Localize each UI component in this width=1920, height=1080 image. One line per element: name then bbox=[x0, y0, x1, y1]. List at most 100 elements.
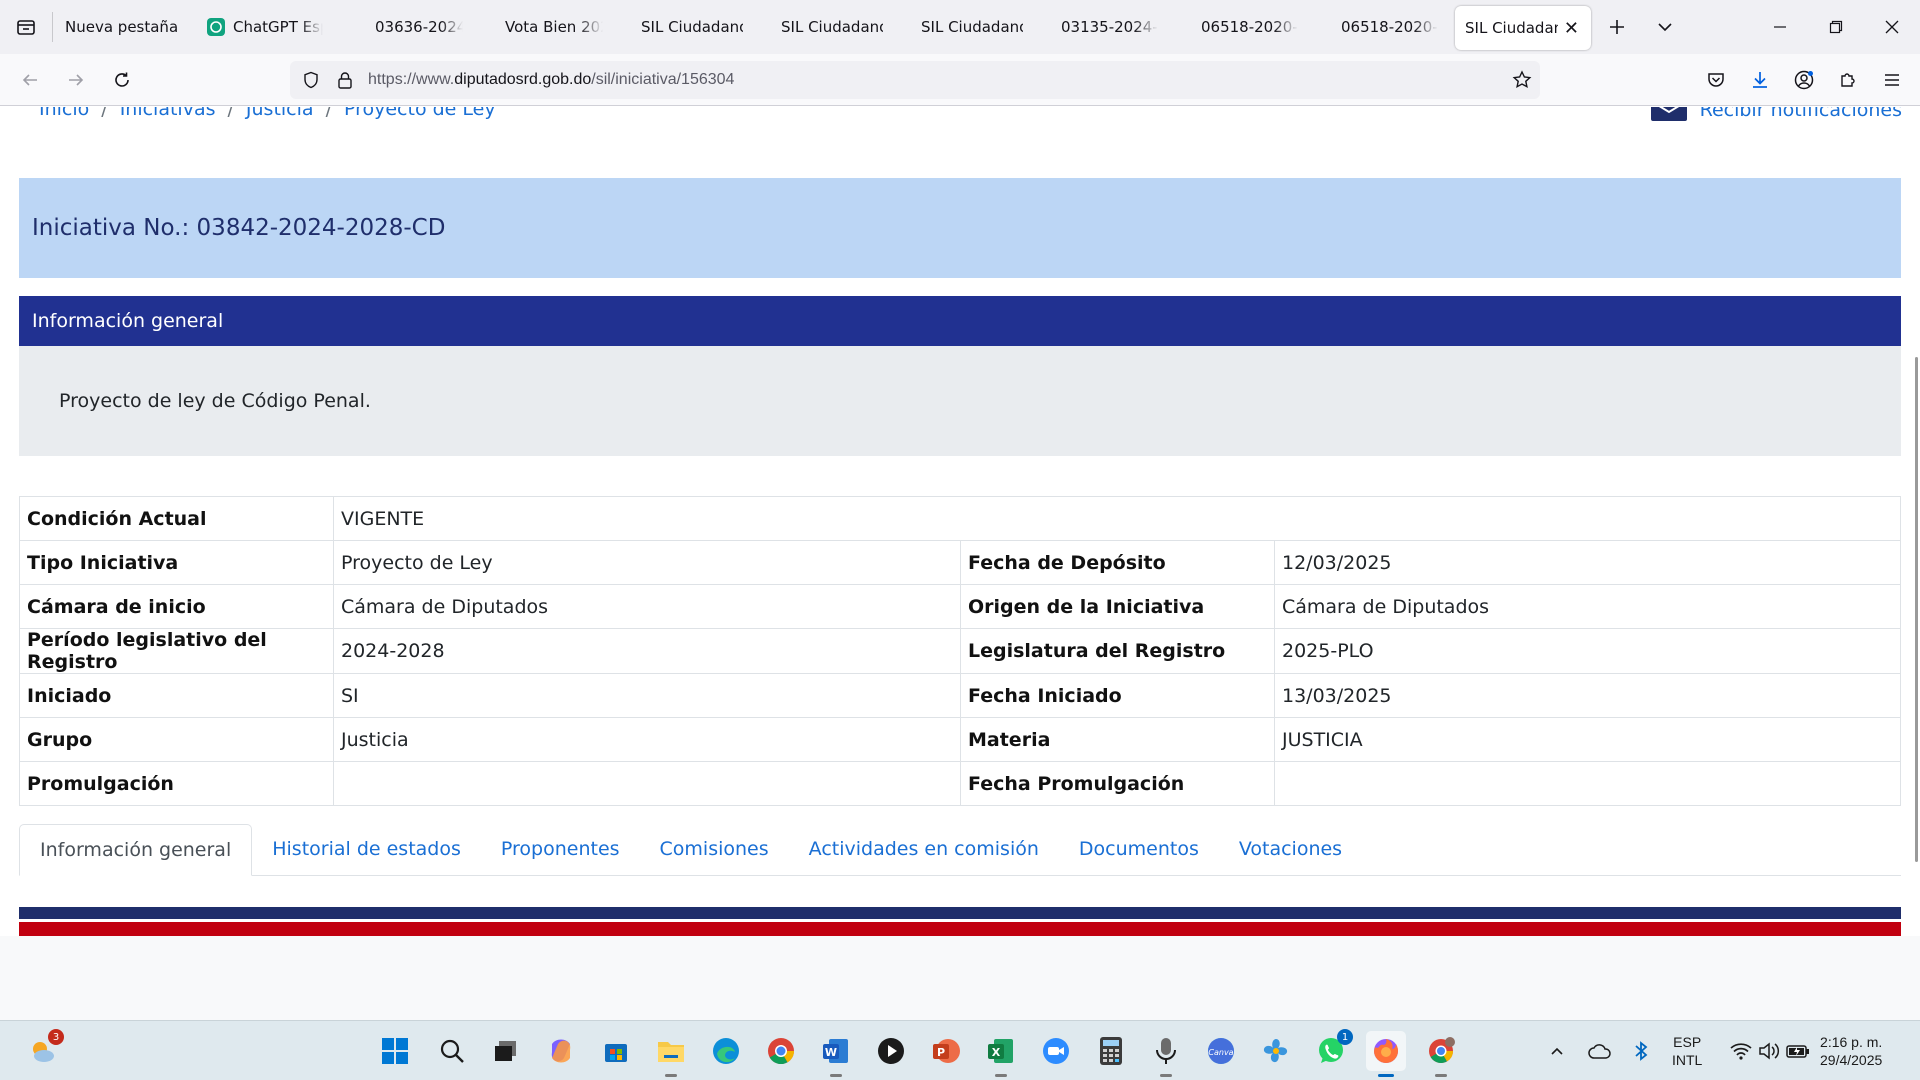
tab-03135[interactable]: 03135-2024- bbox=[1035, 5, 1175, 49]
tab-sil-active[interactable]: SIL Ciudadano ✕ bbox=[1455, 6, 1591, 50]
tab-06518-b[interactable]: 06518-2020- bbox=[1315, 5, 1455, 49]
excel-app[interactable]: X bbox=[981, 1031, 1021, 1077]
tab-comisiones[interactable]: Comisiones bbox=[640, 823, 789, 875]
powerpoint-app[interactable]: P bbox=[926, 1031, 966, 1071]
back-arrow-icon bbox=[22, 73, 37, 86]
microsoft-store-app[interactable] bbox=[596, 1031, 636, 1071]
tab-sil-3[interactable]: SIL Ciudadano bbox=[895, 5, 1035, 49]
chrome-icon bbox=[768, 1038, 795, 1065]
field-label: Fecha de Depósito bbox=[960, 540, 1275, 585]
envelope-icon bbox=[1650, 107, 1687, 121]
field-value: 13/03/2025 bbox=[1274, 673, 1901, 718]
chrome-app[interactable] bbox=[761, 1031, 801, 1071]
calculator-app[interactable] bbox=[1091, 1031, 1131, 1071]
field-label: Fecha Promulgación bbox=[960, 761, 1275, 806]
initiative-tabs: Información general Historial de estados… bbox=[19, 824, 1901, 876]
onedrive-tray[interactable] bbox=[1582, 1031, 1618, 1071]
star-icon bbox=[1512, 70, 1532, 89]
tab-sil-2[interactable]: SIL Ciudadano bbox=[755, 5, 895, 49]
table-row: Tipo Iniciativa Proyecto de Ley Fecha de… bbox=[19, 540, 1901, 585]
search-button[interactable] bbox=[432, 1031, 472, 1071]
pocket-button[interactable] bbox=[1694, 58, 1738, 102]
breadcrumb-proyecto-de-ley[interactable]: Proyecto de Ley bbox=[344, 107, 496, 120]
field-label: Iniciado bbox=[19, 673, 334, 718]
whatsapp-badge: 1 bbox=[1337, 1029, 1353, 1045]
sound-recorder-app[interactable] bbox=[1146, 1031, 1186, 1077]
quick-settings-tray[interactable] bbox=[1720, 1031, 1820, 1071]
new-tab-button[interactable] bbox=[1591, 5, 1643, 49]
url-text[interactable]: https://www.diputadosrd.gob.do/sil/inici… bbox=[368, 71, 734, 89]
site-info-lock-icon[interactable] bbox=[328, 61, 362, 99]
tab-list-button[interactable] bbox=[0, 0, 52, 54]
footer-stripe-blue bbox=[19, 907, 1901, 919]
firefox-app[interactable] bbox=[1366, 1031, 1406, 1077]
bookmark-star-button[interactable] bbox=[1512, 61, 1532, 99]
tab-votaciones[interactable]: Votaciones bbox=[1219, 823, 1362, 875]
close-window-button[interactable] bbox=[1864, 0, 1920, 54]
taskbar-clock[interactable]: 2:16 p. m. 29/4/2025 bbox=[1820, 1033, 1882, 1069]
tab-proponentes[interactable]: Proponentes bbox=[481, 823, 640, 875]
tab-06518-a[interactable]: 06518-2020- bbox=[1175, 5, 1315, 49]
tab-03636[interactable]: 03636-2024- bbox=[335, 5, 475, 49]
field-value: SI bbox=[333, 673, 961, 718]
tab-vota-bien[interactable]: Vota Bien 2024 - bbox=[475, 5, 615, 49]
svg-text:Canva: Canva bbox=[1208, 1048, 1233, 1057]
svg-text:P: P bbox=[937, 1046, 945, 1059]
running-indicator bbox=[830, 1074, 842, 1077]
running-indicator bbox=[665, 1074, 677, 1077]
show-hidden-icons-button[interactable] bbox=[1541, 1031, 1573, 1071]
field-label: Condición Actual bbox=[19, 496, 334, 541]
list-all-tabs-button[interactable] bbox=[1643, 5, 1687, 49]
tab-chatgpt[interactable]: ChatGPT Esp bbox=[195, 5, 335, 49]
edge-app[interactable] bbox=[706, 1031, 746, 1071]
page-scrollbar[interactable] bbox=[1915, 357, 1918, 862]
breadcrumb-justicia[interactable]: Justicia bbox=[246, 107, 314, 120]
breadcrumb-inicio[interactable]: Inicio bbox=[39, 107, 89, 120]
photos-app[interactable] bbox=[1256, 1031, 1296, 1071]
breadcrumb: Inicio / Iniciativas / Justicia / Proyec… bbox=[39, 107, 496, 120]
canva-icon: Canva bbox=[1208, 1038, 1234, 1064]
table-row: Cámara de inicio Cámara de Diputados Ori… bbox=[19, 584, 1901, 629]
forward-button[interactable] bbox=[54, 60, 98, 100]
tab-informacion-general[interactable]: Información general bbox=[19, 824, 253, 876]
media-player-app[interactable] bbox=[871, 1031, 911, 1071]
download-icon bbox=[1753, 72, 1767, 88]
word-app[interactable]: W bbox=[816, 1031, 856, 1077]
zoom-app[interactable] bbox=[1036, 1031, 1076, 1071]
field-value: Cámara de Diputados bbox=[333, 584, 961, 629]
restore-button[interactable] bbox=[1808, 0, 1864, 54]
bluetooth-tray[interactable] bbox=[1624, 1031, 1658, 1071]
tab-label: Nueva pestaña bbox=[65, 18, 179, 36]
account-button[interactable] bbox=[1782, 58, 1826, 102]
start-button[interactable] bbox=[375, 1031, 415, 1071]
table-row: Grupo Justicia Materia JUSTICIA bbox=[19, 717, 1901, 762]
input-language-indicator[interactable]: ESP INTL bbox=[1672, 1033, 1702, 1069]
canva-app[interactable]: Canva bbox=[1201, 1031, 1241, 1071]
file-explorer-app[interactable] bbox=[651, 1031, 691, 1077]
task-view-button[interactable] bbox=[486, 1031, 526, 1071]
downloads-button[interactable] bbox=[1738, 58, 1782, 102]
breadcrumb-iniciativas[interactable]: Iniciativas bbox=[120, 107, 216, 120]
close-tab-icon[interactable]: ✕ bbox=[1564, 18, 1579, 39]
tab-nueva-pestana[interactable]: Nueva pestaña bbox=[53, 5, 195, 49]
weather-widget[interactable]: 3 bbox=[22, 1029, 64, 1071]
tab-historial-de-estados[interactable]: Historial de estados bbox=[252, 823, 481, 875]
minimize-button[interactable] bbox=[1752, 0, 1808, 54]
copilot-app[interactable] bbox=[541, 1031, 581, 1071]
cloud-icon bbox=[1588, 1044, 1611, 1059]
extensions-button[interactable] bbox=[1826, 58, 1870, 102]
back-button[interactable] bbox=[8, 60, 52, 100]
url-bar[interactable]: https://www.diputadosrd.gob.do/sil/inici… bbox=[290, 61, 1540, 99]
tab-sil-1[interactable]: SIL Ciudadano bbox=[615, 5, 755, 49]
tab-actividades-en-comision[interactable]: Actividades en comisión bbox=[789, 823, 1059, 875]
reload-button[interactable] bbox=[100, 60, 144, 100]
breadcrumb-separator: / bbox=[101, 107, 108, 120]
chrome-profile-app[interactable] bbox=[1421, 1031, 1461, 1077]
tracking-protection-icon[interactable] bbox=[294, 61, 328, 99]
app-menu-button[interactable] bbox=[1870, 58, 1914, 102]
tab-documentos[interactable]: Documentos bbox=[1059, 823, 1219, 875]
notifications-link[interactable]: Recibir notificaciones bbox=[1650, 107, 1902, 121]
tab-label: SIL Ciudadano bbox=[641, 18, 743, 36]
whatsapp-app[interactable]: 1 bbox=[1311, 1029, 1353, 1071]
url-path: /sil/iniciativa/156304 bbox=[591, 71, 735, 88]
